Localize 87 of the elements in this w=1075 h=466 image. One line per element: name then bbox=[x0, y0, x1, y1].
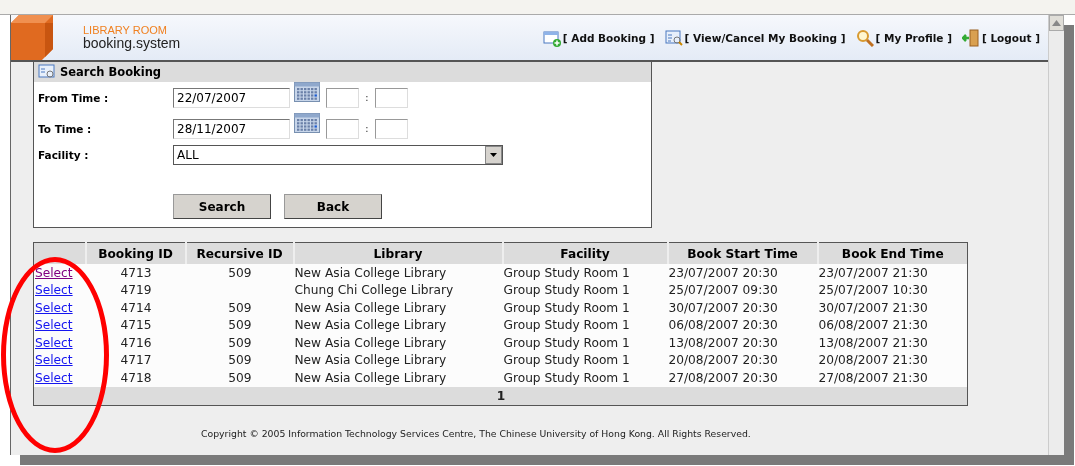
scroll-up-icon[interactable] bbox=[1052, 20, 1061, 26]
date-field[interactable]: 28/11/2007 bbox=[173, 118, 290, 139]
panel-title: Search Booking bbox=[60, 65, 162, 79]
table-cell: Group Study Room 1 bbox=[502, 369, 668, 387]
cube-logo-icon bbox=[11, 15, 53, 60]
minute-field[interactable] bbox=[374, 118, 408, 139]
table-cell: New Asia College Library bbox=[293, 351, 503, 369]
door-exit-icon bbox=[961, 28, 980, 47]
logo-title: LIBRARY ROOM bbox=[83, 25, 168, 36]
column-header: Book Start Time bbox=[667, 242, 818, 264]
table-cell: 509 bbox=[185, 369, 294, 387]
table-cell: 06/08/2007 21:30 bbox=[817, 316, 968, 334]
table-cell: Group Study Room 1 bbox=[502, 281, 668, 299]
select-link[interactable]: Select bbox=[35, 335, 73, 350]
column-header: Library bbox=[293, 242, 503, 264]
table-cell: 25/07/2007 09:30 bbox=[667, 281, 818, 299]
table-cell: 30/07/2007 20:30 bbox=[667, 299, 818, 317]
add-window-icon bbox=[542, 28, 561, 47]
nav-link[interactable]: [ Logout ] bbox=[961, 28, 1040, 47]
date-field[interactable]: 22/07/2007 bbox=[173, 87, 290, 108]
magnifier-icon bbox=[855, 28, 874, 47]
time-separator: : bbox=[365, 122, 369, 135]
table-cell: New Asia College Library bbox=[293, 369, 503, 387]
scrollbar[interactable] bbox=[1048, 15, 1064, 455]
calendar-icon[interactable] bbox=[294, 113, 320, 133]
column-header: Recursive ID bbox=[185, 242, 294, 264]
field-label: From Time : bbox=[37, 91, 110, 104]
time-separator: : bbox=[365, 91, 369, 104]
table-cell: 30/07/2007 21:30 bbox=[817, 299, 968, 317]
hour-field[interactable] bbox=[326, 118, 359, 139]
table-cell: 509 bbox=[185, 334, 294, 352]
table-cell: 4713 bbox=[85, 264, 186, 282]
table-cell: 509 bbox=[185, 316, 294, 334]
table-cell: 4717 bbox=[85, 351, 186, 369]
calendar-icon[interactable] bbox=[294, 82, 320, 102]
column-header: Booking ID bbox=[85, 242, 186, 264]
table-cell: 509 bbox=[185, 264, 294, 282]
table-cell: New Asia College Library bbox=[293, 264, 503, 282]
column-header: Facility bbox=[502, 242, 668, 264]
action-button[interactable]: Back bbox=[284, 194, 382, 219]
table-cell: 06/08/2007 20:30 bbox=[667, 316, 818, 334]
table-cell: 4716 bbox=[85, 334, 186, 352]
select-link[interactable]: Select bbox=[35, 283, 73, 298]
nav-link[interactable]: [ My Profile ] bbox=[855, 28, 952, 47]
table-cell: Chung Chi College Library bbox=[293, 281, 503, 299]
table-cell: 509 bbox=[185, 351, 294, 369]
table-cell: 13/08/2007 20:30 bbox=[667, 334, 818, 352]
table-cell: 4714 bbox=[85, 299, 186, 317]
field-label: Facility : bbox=[37, 149, 90, 161]
list-search-icon bbox=[664, 28, 683, 47]
table-cell: Group Study Room 1 bbox=[502, 334, 668, 352]
nav-link[interactable]: [ Add Booking ] bbox=[542, 28, 655, 47]
copyright-text: Copyright © 2005 Information Technology Services Centre, The Chinese University of Hong Kong. All Rights Reserved. bbox=[201, 427, 752, 439]
select-link[interactable]: Select bbox=[35, 318, 73, 333]
field-label: To Time : bbox=[37, 122, 93, 135]
table-cell: New Asia College Library bbox=[293, 334, 503, 352]
table-cell: Group Study Room 1 bbox=[502, 351, 668, 369]
table-cell: 23/07/2007 20:30 bbox=[667, 264, 818, 282]
column-header: Book End Time bbox=[817, 242, 968, 264]
minute-field[interactable] bbox=[374, 87, 408, 108]
table-cell: 27/08/2007 21:30 bbox=[817, 369, 968, 387]
table-cell: 13/08/2007 21:30 bbox=[817, 334, 968, 352]
table-cell: 20/08/2007 21:30 bbox=[817, 351, 968, 369]
table-cell: 20/08/2007 20:30 bbox=[667, 351, 818, 369]
nav-link[interactable]: [ View/Cancel My Booking ] bbox=[664, 28, 846, 47]
select-link[interactable]: Select bbox=[35, 300, 73, 315]
logo-subtitle: booking.system bbox=[83, 36, 181, 50]
table-cell: New Asia College Library bbox=[293, 299, 503, 317]
hour-field[interactable] bbox=[326, 87, 359, 108]
facility-dropdown[interactable]: ALL bbox=[173, 145, 503, 165]
select-link[interactable]: Select bbox=[35, 265, 73, 280]
list-search-icon bbox=[38, 64, 56, 80]
table-cell: 4715 bbox=[85, 316, 186, 334]
table-cell: Group Study Room 1 bbox=[502, 264, 668, 282]
table-cell: New Asia College Library bbox=[293, 316, 503, 334]
page-number[interactable]: 1 bbox=[33, 386, 968, 405]
select-link[interactable]: Select bbox=[35, 370, 73, 385]
table-cell: 509 bbox=[185, 299, 294, 317]
action-button[interactable]: Search bbox=[173, 194, 271, 219]
table-cell: 27/08/2007 20:30 bbox=[667, 369, 818, 387]
table-cell: 23/07/2007 21:30 bbox=[817, 264, 968, 282]
table-cell: Group Study Room 1 bbox=[502, 316, 668, 334]
table-cell: 25/07/2007 10:30 bbox=[817, 281, 968, 299]
table-cell: 4718 bbox=[85, 369, 186, 387]
table-cell: Group Study Room 1 bbox=[502, 299, 668, 317]
select-link[interactable]: Select bbox=[35, 353, 73, 368]
table-cell: 4719 bbox=[85, 281, 186, 299]
